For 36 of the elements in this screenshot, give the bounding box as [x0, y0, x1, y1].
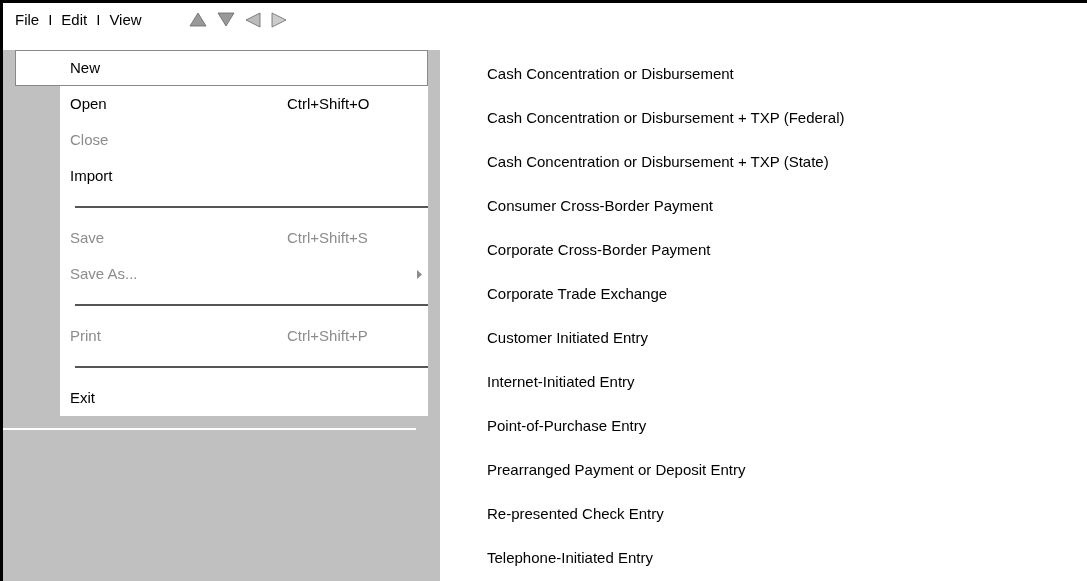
menu-title[interactable]: View — [106, 9, 145, 32]
menu-title[interactable]: Edit — [58, 9, 91, 32]
submenu-item[interactable]: Internet-Initiated Entry — [487, 370, 635, 394]
left-arrow-icon[interactable] — [244, 12, 261, 28]
menu-item[interactable]: Exit — [60, 380, 428, 416]
menu-item-label: Print — [70, 325, 101, 346]
shortcut-label: Ctrl+Shift+O — [287, 93, 370, 114]
submenu-item[interactable]: Point-of-Purchase Entry — [487, 414, 647, 438]
submenu-item[interactable]: Cash Concentration or Disbursement — [487, 62, 734, 86]
menu-item-label: Exit — [70, 387, 95, 408]
submenu-item[interactable]: Corporate Cross-Border Payment — [487, 238, 711, 262]
submenu-item[interactable]: Cash Concentration or Disbursement + TXP (State) — [487, 150, 829, 174]
menu-divider: I — [95, 10, 102, 30]
shortcut-label: Ctrl+Shift+P — [287, 325, 368, 346]
menu-item[interactable]: New — [15, 50, 428, 86]
menu-item[interactable]: Open Ctrl+Shift+O — [60, 86, 428, 122]
menu-item-label: New — [70, 57, 100, 78]
submenu-item[interactable]: Customer Initiated Entry — [487, 326, 648, 350]
menu-item-label: Open — [70, 93, 107, 114]
submenu-item[interactable]: Consumer Cross-Border Payment — [487, 194, 713, 218]
menu-divider: I — [47, 10, 54, 30]
submenu-item[interactable]: Re-presented Check Entry — [487, 502, 664, 526]
menu-item-label: Save As... — [70, 263, 138, 284]
menu-item-label: Close — [70, 129, 109, 150]
submenu-item[interactable]: Corporate Trade Exchange — [487, 282, 668, 306]
down-arrow-icon[interactable] — [216, 12, 235, 28]
submenu-item[interactable]: Cash Concentration or Disbursement + TXP (Federal) — [487, 106, 845, 130]
up-arrow-icon[interactable] — [188, 12, 207, 28]
right-arrow-icon[interactable] — [270, 12, 287, 28]
menu-item-label: Save — [70, 227, 105, 248]
submenu-item[interactable]: Prearranged Payment or Deposit Entry — [487, 458, 746, 482]
menu-item[interactable]: Import — [60, 158, 428, 194]
shortcut-label: Ctrl+Shift+S — [287, 227, 368, 248]
menu-title[interactable]: File — [12, 9, 43, 32]
menu-item-label: Import — [70, 165, 113, 186]
submenu-item[interactable]: Telephone-Initiated Entry — [487, 546, 653, 570]
